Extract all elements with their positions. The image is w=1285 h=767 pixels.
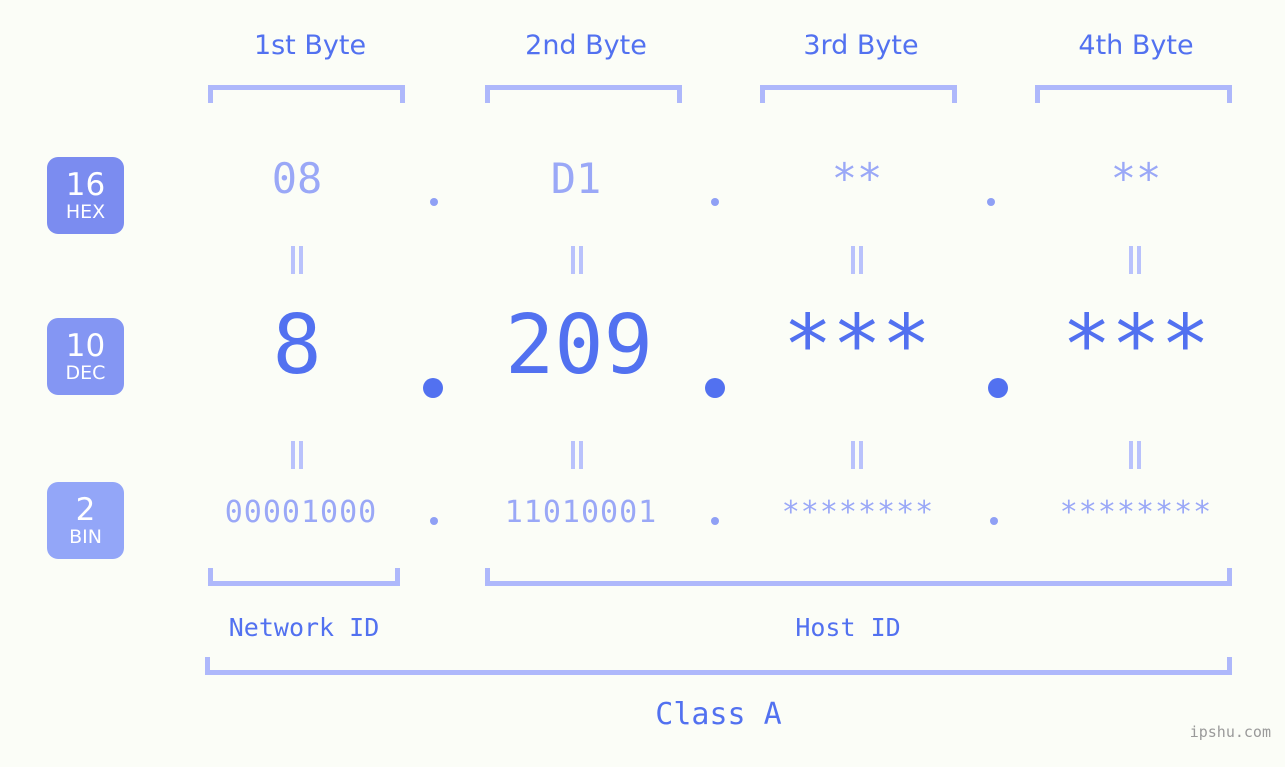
hex-dot-separator-2 (711, 198, 719, 206)
equals-marker-hex-dec-1 (291, 246, 305, 274)
ip-address-breakdown-diagram: 1st Byte 2nd Byte 3rd Byte 4th Byte 16 H… (0, 0, 1285, 767)
equals-marker-dec-bin-3 (851, 441, 865, 469)
bin-byte-2-value: 11010001 (504, 495, 658, 530)
network-id-bracket (208, 568, 400, 586)
host-id-bracket (485, 568, 1232, 586)
watermark: ipshu.com (1189, 723, 1271, 741)
class-label: Class A (655, 697, 782, 732)
bin-byte-1-value: 00001000 (224, 495, 378, 530)
base-badge-dec-label: DEC (65, 361, 106, 384)
equals-marker-dec-bin-4 (1129, 441, 1143, 469)
base-badge-hex[interactable]: 16 HEX (47, 157, 124, 234)
byte-bracket-1 (208, 85, 405, 103)
byte-bracket-4 (1035, 85, 1232, 103)
dec-byte-1-value: 8 (272, 298, 322, 393)
bin-byte-3-value: ******** (781, 495, 935, 530)
byte-bracket-2 (485, 85, 682, 103)
bin-byte-4-value: ******** (1059, 495, 1213, 530)
equals-marker-hex-dec-4 (1129, 246, 1143, 274)
hex-byte-2-value: D1 (550, 154, 602, 203)
equals-marker-dec-bin-2 (571, 441, 585, 469)
base-badge-bin-number: 2 (75, 491, 96, 528)
base-badge-hex-label: HEX (65, 200, 106, 223)
hex-dot-separator-3 (987, 198, 995, 206)
hex-byte-3-value: ** (831, 154, 883, 203)
hex-byte-4-value: ** (1110, 154, 1162, 203)
equals-marker-hex-dec-3 (851, 246, 865, 274)
base-badge-dec[interactable]: 10 DEC (47, 318, 124, 395)
byte-header-3: 3rd Byte (803, 30, 919, 61)
dec-byte-2-value: 209 (504, 298, 654, 393)
base-badge-bin[interactable]: 2 BIN (47, 482, 124, 559)
hex-byte-1-value: 08 (271, 154, 323, 203)
bin-dot-separator-2 (711, 517, 719, 525)
dec-dot-separator-2 (705, 378, 725, 398)
byte-header-2: 2nd Byte (525, 30, 647, 61)
network-id-label: Network ID (228, 613, 380, 642)
dec-byte-4-value: *** (1061, 298, 1211, 393)
host-id-label: Host ID (795, 613, 901, 642)
base-badge-dec-number: 10 (65, 327, 106, 364)
base-badge-bin-label: BIN (69, 525, 102, 548)
byte-bracket-3 (760, 85, 957, 103)
bin-dot-separator-1 (430, 517, 438, 525)
base-badge-hex-number: 16 (65, 166, 106, 203)
dec-dot-separator-3 (988, 378, 1008, 398)
equals-marker-dec-bin-1 (291, 441, 305, 469)
dec-byte-3-value: *** (782, 298, 932, 393)
hex-dot-separator-1 (430, 198, 438, 206)
dec-dot-separator-1 (423, 378, 443, 398)
equals-marker-hex-dec-2 (571, 246, 585, 274)
byte-header-1: 1st Byte (253, 30, 367, 61)
byte-header-4: 4th Byte (1078, 30, 1194, 61)
bin-dot-separator-3 (990, 517, 998, 525)
class-bracket (205, 657, 1232, 675)
